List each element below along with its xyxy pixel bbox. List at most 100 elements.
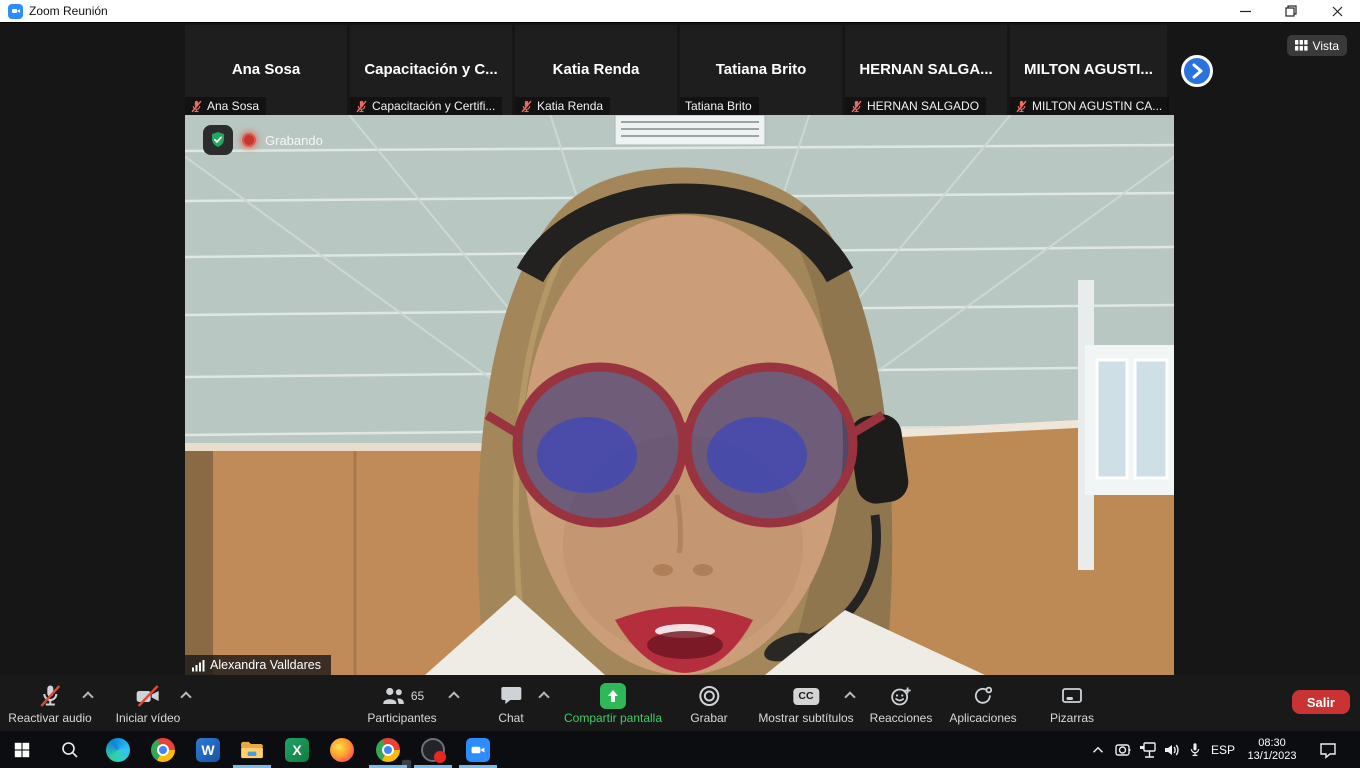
taskbar-edge-button[interactable] (96, 731, 140, 768)
tray-show-hidden-icons-button[interactable] (1089, 731, 1107, 768)
word-icon: W (196, 738, 220, 762)
security-shield-button[interactable] (203, 125, 233, 155)
participant-name-badge: MILTON AGUSTIN CA... (1010, 97, 1169, 115)
share-screen-button[interactable]: Compartir pantalla (564, 675, 662, 731)
captions-options-chevron[interactable] (842, 687, 858, 703)
chrome-profile-icon (376, 738, 400, 762)
taskbar-excel-button[interactable]: X (275, 731, 319, 768)
tray-time: 08:30 (1258, 737, 1286, 749)
participant-name: MILTON AGUSTI... (1010, 61, 1167, 78)
participants-label: Participantes (367, 711, 436, 725)
chevron-up-icon (82, 691, 93, 702)
participant-name: Ana Sosa (185, 61, 347, 78)
participants-button[interactable]: 65 Participantes (367, 675, 436, 731)
participants-options-chevron[interactable] (446, 687, 462, 703)
captions-button[interactable]: CC Mostrar subtítulos (758, 675, 853, 731)
start-video-button[interactable]: Iniciar vídeo (116, 675, 181, 731)
reactions-button[interactable]: Reacciones (870, 675, 933, 731)
minimize-icon (1240, 6, 1251, 17)
muted-mic-icon (1015, 100, 1028, 113)
record-label: Grabar (690, 711, 727, 725)
apps-icon (971, 684, 995, 708)
chevron-up-icon (180, 691, 191, 702)
start-button[interactable] (0, 731, 44, 768)
taskbar-firefox-button[interactable] (320, 731, 364, 768)
restore-button[interactable] (1268, 0, 1314, 22)
whiteboard-icon (1060, 684, 1084, 708)
leave-meeting-button[interactable]: Salir (1292, 690, 1350, 714)
participant-name-badge: HERNAN SALGADO (845, 97, 986, 115)
chat-options-chevron[interactable] (536, 687, 552, 703)
screen-capture-icon (1113, 740, 1133, 760)
tray-action-center-button[interactable] (1318, 731, 1338, 768)
restore-icon (1285, 5, 1297, 17)
edge-icon (106, 738, 130, 762)
minimize-button[interactable] (1222, 0, 1268, 22)
taskbar-file-explorer-button[interactable] (230, 731, 274, 768)
participant-tile-capacitacion[interactable]: Capacitación y C... Capacitación y Certi… (350, 25, 512, 115)
taskbar-zoom-button[interactable] (456, 731, 500, 768)
audio-options-chevron[interactable] (80, 687, 96, 703)
participant-tile-milton-agustin[interactable]: MILTON AGUSTI... MILTON AGUSTIN CA... (1010, 25, 1167, 115)
next-page-button[interactable] (1181, 55, 1213, 87)
chevron-up-icon (1089, 741, 1107, 759)
participant-label-text: HERNAN SALGADO (867, 99, 979, 113)
captions-label: Mostrar subtítulos (758, 711, 853, 725)
taskbar-search-button[interactable] (48, 731, 92, 768)
video-options-chevron[interactable] (178, 687, 194, 703)
record-button[interactable]: Grabar (690, 675, 727, 731)
tray-microphone-button[interactable] (1186, 731, 1204, 768)
tray-volume-button[interactable] (1162, 731, 1182, 768)
share-screen-label: Compartir pantalla (564, 711, 662, 725)
participant-tile-tatiana-brito[interactable]: Tatiana Brito Tatiana Brito (680, 25, 842, 115)
title-bar: Zoom Reunión (0, 0, 1360, 23)
taskbar-obs-button[interactable] (411, 731, 455, 768)
chevron-up-icon (844, 691, 855, 702)
recording-indicator: Grabando (203, 125, 323, 155)
excel-icon: X (285, 738, 309, 762)
speaker-name-badge: Alexandra Valldares (185, 655, 331, 675)
obs-icon (421, 738, 445, 762)
main-video: Grabando Alexandra Valldares (185, 115, 1174, 675)
participant-tile-katia-renda[interactable]: Katia Renda Katia Renda (515, 25, 677, 115)
apps-button[interactable]: Aplicaciones (949, 675, 1016, 731)
shield-check-icon (209, 131, 227, 149)
close-icon (1332, 6, 1343, 17)
audio-level-icon (191, 659, 205, 672)
reactions-icon (889, 684, 913, 708)
chrome-icon (151, 738, 175, 762)
participant-tile-ana-sosa[interactable]: Ana Sosa Ana Sosa (185, 25, 347, 115)
cc-icon: CC (793, 688, 819, 705)
reactions-label: Reacciones (870, 711, 933, 725)
firefox-icon (330, 738, 354, 762)
meeting-toolbar: Reactivar audio Iniciar vídeo 65 Partici… (0, 675, 1360, 731)
search-icon (60, 740, 80, 760)
zoom-icon (466, 738, 490, 762)
close-button[interactable] (1314, 0, 1360, 22)
view-button-label: Vista (1313, 39, 1339, 53)
meeting-area: Ana Sosa Ana Sosa Capacitación y C... Ca… (0, 23, 1360, 675)
participant-tile-hernan-salgado[interactable]: HERNAN SALGA... HERNAN SALGADO (845, 25, 1007, 115)
participant-name-badge: Tatiana Brito (680, 97, 759, 115)
taskbar-chrome-profile-button[interactable] (366, 731, 410, 768)
notification-icon (1318, 740, 1338, 760)
unmute-audio-button[interactable]: Reactivar audio (8, 675, 91, 731)
taskbar-word-button[interactable]: W (186, 731, 230, 768)
zoom-app-icon (8, 4, 23, 19)
participant-label-text: Tatiana Brito (685, 99, 752, 113)
grid-view-icon (1295, 40, 1308, 51)
mic-icon (1186, 740, 1204, 760)
participant-name: Capacitación y C... (350, 61, 512, 78)
tray-network-button[interactable] (1138, 731, 1158, 768)
taskbar-chrome-button[interactable] (141, 731, 185, 768)
chat-button[interactable]: Chat (498, 675, 523, 731)
tray-clock[interactable]: 08:30 13/1/2023 (1248, 731, 1297, 768)
window-controls (1222, 0, 1360, 22)
ceiling-vent (615, 115, 765, 145)
whiteboard-button[interactable]: Pizarras (1050, 675, 1094, 731)
zoom-meeting-window: Zoom Reunión Ana Sosa Ana Sosa Capacitac… (0, 0, 1360, 768)
tray-screen-capture-button[interactable] (1113, 731, 1133, 768)
view-button[interactable]: Vista (1287, 35, 1347, 56)
speaker-name-text: Alexandra Valldares (210, 658, 321, 672)
tray-language-indicator[interactable]: ESP (1211, 731, 1235, 768)
